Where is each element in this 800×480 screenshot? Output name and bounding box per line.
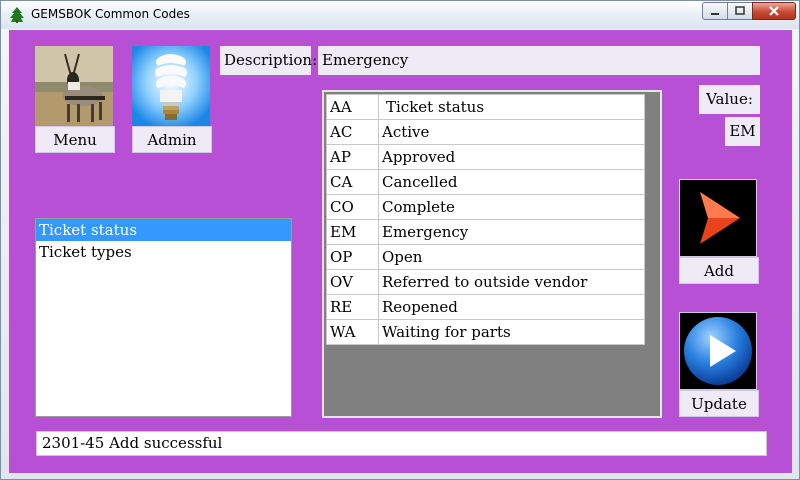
value-label: Value: (699, 85, 760, 114)
code-cell[interactable]: CO (326, 194, 379, 220)
code-cell[interactable]: WA (326, 319, 379, 345)
description-cell[interactable]: Ticket status (378, 94, 645, 120)
code-type-list[interactable]: Ticket status Ticket types (35, 218, 292, 417)
table-row[interactable]: CA Cancelled (326, 169, 645, 195)
description-cell[interactable]: Cancelled (378, 169, 645, 195)
minimize-button[interactable] (702, 2, 728, 20)
code-cell[interactable]: OP (326, 244, 379, 270)
window-title: GEMSBOK Common Codes (31, 7, 190, 21)
gemsbok-photo-icon (35, 46, 113, 126)
description-cell[interactable]: Open (378, 244, 645, 270)
menu-button[interactable]: Menu (35, 126, 115, 153)
code-cell[interactable]: AA (326, 94, 379, 120)
update-image[interactable] (679, 312, 757, 390)
admin-tile[interactable]: Admin (132, 46, 212, 154)
add-button[interactable]: Add (679, 257, 759, 284)
description-cell[interactable]: Complete (378, 194, 645, 220)
app-window: GEMSBOK Common Codes Menu Admin Descript… (0, 0, 800, 480)
description-cell[interactable]: Approved (378, 144, 645, 170)
description-cell[interactable]: Referred to outside vendor (378, 269, 645, 295)
table-row[interactable]: WA Waiting for parts (326, 319, 645, 345)
tree-icon (10, 7, 24, 23)
add-tile[interactable]: Add (679, 179, 759, 285)
status-bar: 2301-45 Add successful (36, 431, 767, 456)
list-item[interactable]: Ticket types (36, 241, 291, 263)
table-row[interactable]: OV Referred to outside vendor (326, 269, 645, 295)
code-cell[interactable]: CA (326, 169, 379, 195)
code-cell[interactable]: AC (326, 119, 379, 145)
table-row[interactable]: RE Reopened (326, 294, 645, 320)
description-cell[interactable]: Reopened (378, 294, 645, 320)
code-cell[interactable]: AP (326, 144, 379, 170)
close-button[interactable] (752, 2, 796, 20)
menu-tile[interactable]: Menu (35, 46, 115, 154)
code-cell[interactable]: RE (326, 294, 379, 320)
lightbulb-icon (132, 46, 210, 126)
table-row[interactable]: AP Approved (326, 144, 645, 170)
description-cell[interactable]: Active (378, 119, 645, 145)
admin-button[interactable]: Admin (132, 126, 212, 153)
table-row[interactable]: EM Emergency (326, 219, 645, 245)
description-label: Description: (220, 46, 317, 75)
red-arrow-icon (700, 192, 740, 244)
update-tile[interactable]: Update (679, 312, 759, 418)
description-cell[interactable]: Emergency (378, 219, 645, 245)
maximize-icon (735, 6, 745, 15)
minimize-icon (711, 13, 719, 15)
client-area: Menu Admin Description: Emergency Value:… (9, 30, 792, 473)
list-item[interactable]: Ticket status (36, 219, 291, 241)
update-button[interactable]: Update (679, 390, 759, 417)
code-cell[interactable]: EM (326, 219, 379, 245)
description-field[interactable]: Emergency (318, 46, 760, 75)
code-cell[interactable]: OV (326, 269, 379, 295)
codes-grid-frame: AA Ticket status AC Active AP Approved CA Ca… (322, 90, 662, 418)
table-row[interactable]: AC Active (326, 119, 645, 145)
table-row[interactable]: OP Open (326, 244, 645, 270)
description-cell[interactable]: Waiting for parts (378, 319, 645, 345)
maximize-button[interactable] (727, 2, 753, 20)
table-row[interactable]: AA Ticket status (326, 94, 645, 120)
add-image[interactable] (679, 179, 757, 257)
title-bar[interactable]: GEMSBOK Common Codes (1, 1, 799, 29)
blue-play-icon (684, 317, 752, 385)
value-field[interactable]: EM (725, 117, 760, 146)
codes-table[interactable]: AA Ticket status AC Active AP Approved CA Ca… (326, 94, 645, 345)
table-row[interactable]: CO Complete (326, 194, 645, 220)
close-icon (769, 6, 779, 16)
